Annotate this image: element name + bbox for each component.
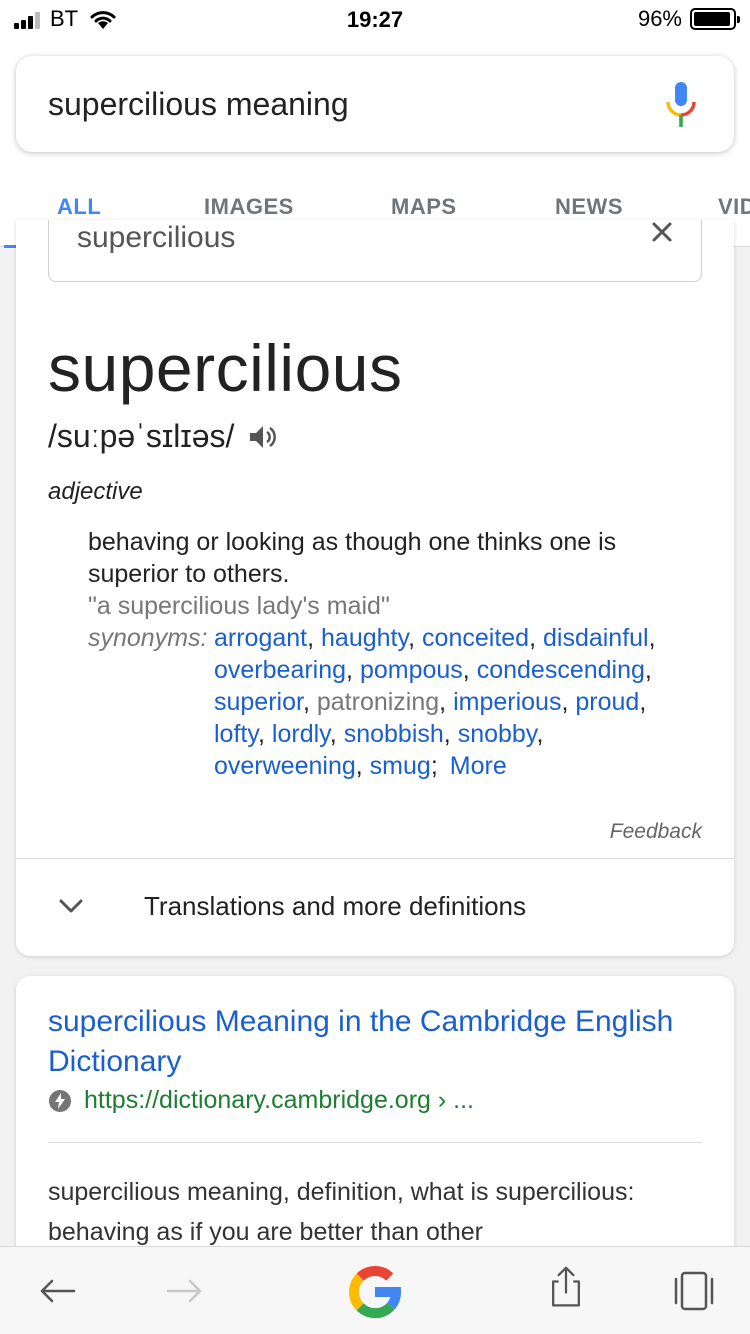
- dictionary-card: supercilious supercilious /suːpəˈsɪlɪəs/…: [16, 220, 734, 956]
- synonym-text: patronizing: [316, 688, 440, 716]
- synonym-link[interactable]: arrogant: [214, 624, 307, 652]
- battery-percent: 96%: [637, 6, 682, 31]
- result-snippet: supercilious meaning, definition, what i…: [48, 1178, 635, 1246]
- definition-text: behaving or looking as though one thinks…: [88, 528, 617, 588]
- tab-videos[interactable]: VID: [718, 194, 750, 220]
- tabs-icon[interactable]: [672, 1269, 716, 1313]
- synonym-link[interactable]: snobby: [458, 720, 537, 748]
- result-title-link[interactable]: supercilious Meaning in the Cambridge En…: [48, 1002, 688, 1082]
- synonym-link[interactable]: overbearing: [214, 656, 346, 684]
- synonym-link[interactable]: lofty: [214, 720, 258, 748]
- battery-icon: [690, 8, 740, 30]
- chevron-down-icon: [59, 899, 83, 913]
- translations-expander[interactable]: Translations and more definitions: [16, 859, 734, 956]
- synonym-link[interactable]: haughty: [321, 624, 408, 652]
- status-right: 96%: [637, 6, 740, 32]
- tab-maps[interactable]: MAPS: [391, 194, 457, 220]
- synonym-link[interactable]: pompous: [360, 656, 463, 684]
- result-url-row[interactable]: https://dictionary.cambridge.org › ...: [48, 1086, 474, 1115]
- speaker-icon[interactable]: [248, 423, 278, 451]
- search-header: supercilious meaning ALL IMAGES MAPS NEW…: [0, 40, 750, 248]
- usage-example: "a supercilious lady's maid": [88, 592, 390, 620]
- synonym-link[interactable]: imperious: [453, 688, 561, 716]
- forward-arrow-icon[interactable]: [162, 1269, 206, 1313]
- dictionary-search-field[interactable]: supercilious: [48, 220, 702, 282]
- back-arrow-icon[interactable]: [36, 1269, 80, 1313]
- divider: [48, 1142, 702, 1143]
- result-url: https://dictionary.cambridge.org › ...: [84, 1086, 474, 1114]
- search-input[interactable]: supercilious meaning: [48, 86, 349, 123]
- browser-toolbar: [0, 1246, 750, 1334]
- feedback-link[interactable]: Feedback: [610, 820, 702, 844]
- synonym-link[interactable]: condescending: [477, 656, 645, 684]
- headword: supercilious: [48, 331, 403, 405]
- microphone-icon[interactable]: [664, 80, 698, 130]
- google-logo-icon[interactable]: [344, 1261, 406, 1323]
- synonym-link[interactable]: conceited: [422, 624, 529, 652]
- search-box[interactable]: supercilious meaning: [16, 56, 734, 152]
- amp-lightning-icon: [49, 1089, 71, 1112]
- phonetic-text: /suːpəˈsɪlɪəs/: [48, 418, 235, 454]
- synonym-link[interactable]: proud: [575, 688, 639, 716]
- share-icon[interactable]: [544, 1265, 588, 1309]
- part-of-speech: adjective: [48, 478, 143, 505]
- more-synonyms-link[interactable]: More: [450, 752, 507, 780]
- synonym-link[interactable]: snobbish: [344, 720, 444, 748]
- tab-images[interactable]: IMAGES: [204, 194, 294, 220]
- status-bar: BT 19:27 96%: [0, 0, 750, 40]
- search-result-card: supercilious Meaning in the Cambridge En…: [16, 976, 734, 1276]
- phonetic-row: /suːpəˈsɪlɪəs/: [48, 418, 278, 455]
- synonym-link[interactable]: overweening: [214, 752, 356, 780]
- dictionary-search-value[interactable]: supercilious: [77, 221, 235, 255]
- tab-all[interactable]: ALL: [57, 194, 101, 220]
- synonym-link[interactable]: lordly: [272, 720, 330, 748]
- synonym-link[interactable]: disdainful: [543, 624, 649, 652]
- synonyms-list: arrogant, haughty, conceited, disdainful…: [214, 624, 656, 780]
- close-icon[interactable]: [651, 221, 673, 243]
- tab-news[interactable]: NEWS: [555, 194, 623, 220]
- translations-label: Translations and more definitions: [144, 891, 527, 921]
- synonyms-label: synonyms:: [88, 624, 208, 652]
- synonym-link[interactable]: smug: [370, 752, 431, 780]
- synonym-link[interactable]: superior: [214, 688, 303, 716]
